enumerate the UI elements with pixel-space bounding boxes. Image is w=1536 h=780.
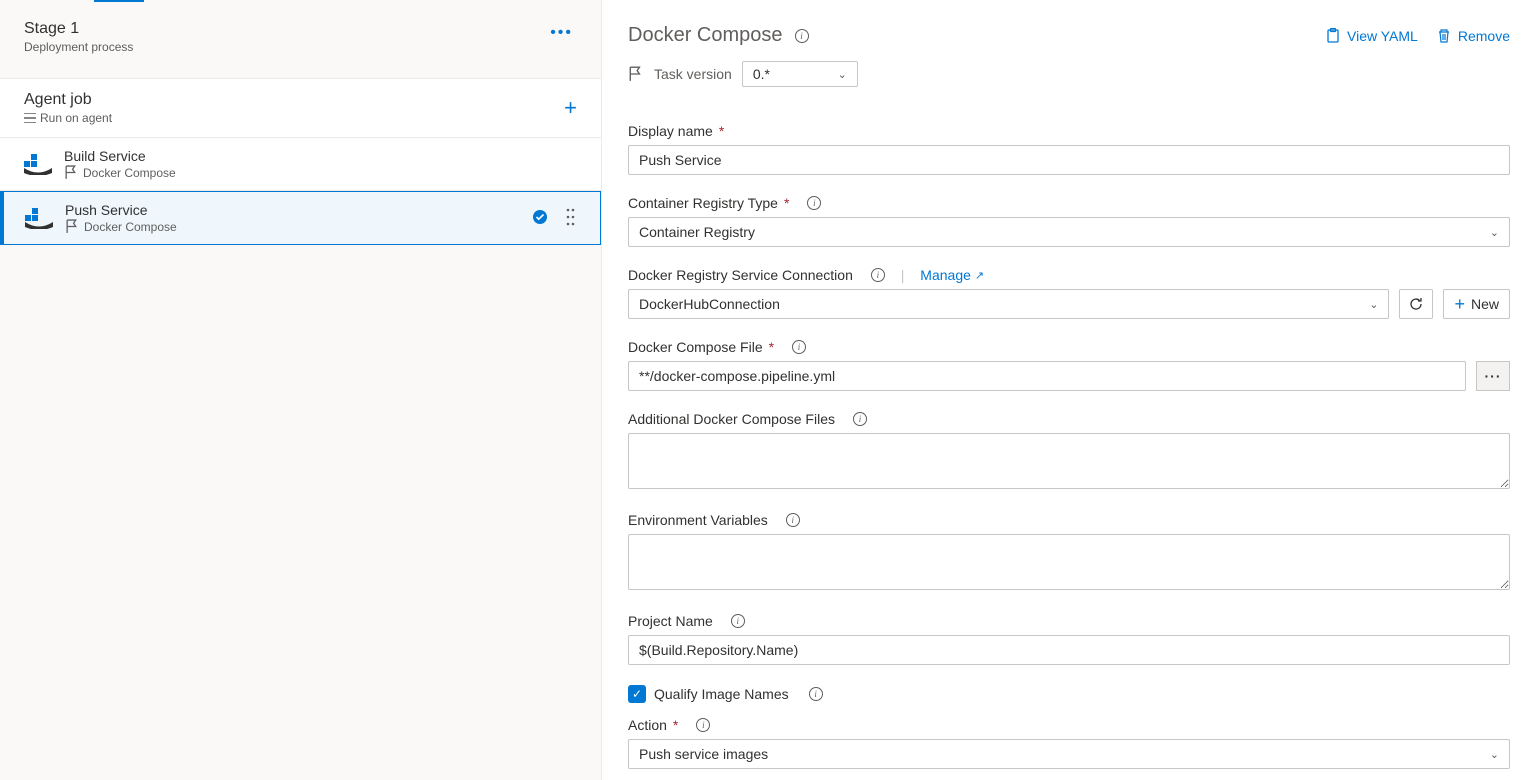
info-icon[interactable]: i — [786, 513, 800, 527]
agent-job-row[interactable]: Agent job Run on agent + — [0, 78, 601, 138]
list-icon — [24, 113, 36, 123]
task-type: Docker Compose — [64, 165, 577, 180]
flag-icon — [64, 165, 79, 180]
env-vars-textarea[interactable] — [628, 534, 1510, 590]
info-icon[interactable]: i — [871, 268, 885, 282]
env-vars-label: Environment Variables i — [628, 512, 1510, 528]
clipboard-icon — [1325, 28, 1341, 44]
display-name-input[interactable] — [628, 145, 1510, 175]
additional-files-textarea[interactable] — [628, 433, 1510, 489]
stage-title: Stage 1 — [24, 20, 133, 38]
action-select[interactable]: Push service images ⌄ — [628, 739, 1510, 769]
job-title: Agent job — [24, 91, 112, 109]
chevron-down-icon: ⌄ — [1490, 226, 1499, 239]
chevron-down-icon: ⌄ — [838, 68, 847, 81]
project-name-input[interactable] — [628, 635, 1510, 665]
connection-label: Docker Registry Service Connection i | M… — [628, 267, 1510, 283]
info-icon[interactable]: i — [853, 412, 867, 426]
stage-more-menu[interactable]: ••• — [546, 20, 577, 46]
task-row-push-service[interactable]: Push Service Docker Compose — [0, 191, 601, 245]
task-version-select[interactable]: 0.* ⌄ — [742, 61, 858, 87]
qualify-checkbox[interactable]: ✓ — [628, 685, 646, 703]
info-icon[interactable]: i — [792, 340, 806, 354]
registry-type-label: Container Registry Type* i — [628, 195, 1510, 211]
browse-button[interactable]: ··· — [1476, 361, 1510, 391]
info-icon[interactable]: i — [807, 196, 821, 210]
drag-handle[interactable] — [566, 207, 576, 230]
task-row-build-service[interactable]: Build Service Docker Compose — [0, 138, 601, 191]
info-icon[interactable]: i — [809, 687, 823, 701]
new-connection-button[interactable]: + New — [1443, 289, 1510, 319]
plus-icon: + — [1454, 294, 1465, 315]
chevron-down-icon: ⌄ — [1490, 748, 1499, 761]
additional-files-label: Additional Docker Compose Files i — [628, 411, 1510, 427]
external-link-icon: ↗ — [975, 269, 984, 282]
refresh-icon — [1408, 296, 1424, 312]
remove-button[interactable]: Remove — [1436, 28, 1510, 44]
project-name-label: Project Name i — [628, 613, 1510, 629]
manage-link[interactable]: Manage↗ — [920, 267, 984, 283]
action-label: Action* i — [628, 717, 1510, 733]
info-icon[interactable]: i — [795, 29, 809, 43]
task-type: Docker Compose — [65, 219, 520, 234]
registry-type-select[interactable]: Container Registry ⌄ — [628, 217, 1510, 247]
flag-icon — [65, 219, 80, 234]
left-panel: Stage 1 Deployment process ••• Agent job… — [0, 0, 602, 780]
task-name: Build Service — [64, 148, 577, 164]
add-task-button[interactable]: + — [564, 95, 577, 121]
refresh-button[interactable] — [1399, 289, 1433, 319]
trash-icon — [1436, 28, 1452, 44]
docker-compose-icon — [24, 153, 52, 175]
task-name: Push Service — [65, 202, 520, 218]
task-details-panel: Docker Compose i View YAML Remove Task v… — [602, 0, 1536, 780]
qualify-label: Qualify Image Names — [654, 686, 789, 702]
connection-select[interactable]: DockerHubConnection ⌄ — [628, 289, 1389, 319]
docker-compose-icon — [25, 207, 53, 229]
compose-file-label: Docker Compose File* i — [628, 339, 1510, 355]
view-yaml-button[interactable]: View YAML — [1325, 28, 1418, 44]
panel-title: Docker Compose i — [628, 24, 809, 47]
compose-file-input[interactable] — [628, 361, 1466, 391]
stage-subtitle: Deployment process — [24, 40, 133, 54]
display-name-label: Display name* — [628, 123, 1510, 139]
task-valid-icon — [532, 209, 548, 228]
flag-icon — [628, 66, 644, 82]
task-version-label: Task version — [654, 66, 732, 82]
job-subtitle: Run on agent — [24, 111, 112, 125]
chevron-down-icon: ⌄ — [1369, 298, 1378, 311]
info-icon[interactable]: i — [731, 614, 745, 628]
info-icon[interactable]: i — [696, 718, 710, 732]
stage-header: Stage 1 Deployment process ••• — [0, 2, 601, 66]
